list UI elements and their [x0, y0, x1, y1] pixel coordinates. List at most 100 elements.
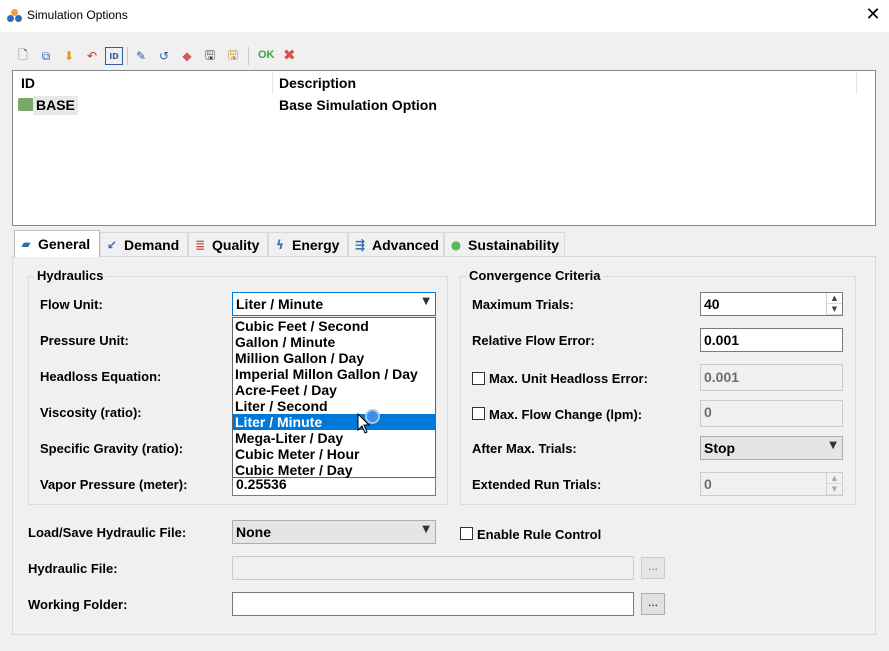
- hydraulic-file-label: Hydraulic File:: [28, 561, 118, 576]
- dropdown-option[interactable]: Imperial Millon Gallon / Day: [233, 366, 435, 382]
- load-save-hydraulic-value: None: [236, 524, 271, 540]
- max-flow-change-label: Max. Flow Change (lpm):: [489, 407, 643, 422]
- revert-icon[interactable]: ↺: [155, 47, 173, 65]
- demand-icon: ↙: [106, 237, 118, 252]
- app-icon: [7, 9, 23, 23]
- working-folder-input[interactable]: [232, 592, 634, 616]
- enable-rule-control-label: Enable Rule Control: [477, 527, 602, 542]
- convergence-title: Convergence Criteria: [466, 268, 604, 283]
- tab-label: Advanced: [372, 236, 439, 253]
- header-divider: [856, 72, 857, 94]
- spin-up-icon[interactable]: ▲: [827, 473, 842, 484]
- dropdown-option[interactable]: Mega-Liter / Day: [233, 430, 435, 446]
- tab-advanced[interactable]: ⇶ Advanced: [348, 232, 444, 256]
- spin-buttons[interactable]: ▲ ▼: [826, 293, 842, 315]
- tab-label: Quality: [212, 236, 260, 253]
- extended-run-trials-label: Extended Run Trials:: [472, 477, 602, 492]
- dropdown-option[interactable]: Cubic Meter / Day: [233, 462, 435, 478]
- new-icon[interactable]: 🗋: [14, 47, 32, 65]
- mouse-cursor-icon: [357, 413, 371, 434]
- tab-label: Energy: [292, 236, 340, 253]
- dropdown-option[interactable]: Acre-Feet / Day: [233, 382, 435, 398]
- extended-run-trials-value: 0: [704, 476, 712, 492]
- spin-buttons[interactable]: ▲ ▼: [826, 473, 842, 495]
- vapor-pressure-value: 0.25536: [236, 476, 287, 492]
- column-header-id[interactable]: ID: [21, 75, 35, 91]
- advanced-icon: ⇶: [354, 237, 366, 252]
- flow-unit-value: Liter / Minute: [236, 296, 324, 312]
- cancel-button[interactable]: ✖: [283, 46, 296, 64]
- spin-up-icon[interactable]: ▲: [827, 293, 842, 304]
- max-flow-change-value: 0: [704, 404, 712, 420]
- erase-icon[interactable]: ◆: [178, 47, 196, 65]
- dropdown-option[interactable]: Cubic Meter / Hour: [233, 446, 435, 462]
- hydraulics-title: Hydraulics: [34, 268, 107, 283]
- after-max-trials-value: Stop: [704, 440, 736, 456]
- general-icon: ▰: [21, 237, 31, 251]
- max-unit-headloss-input[interactable]: 0.001: [700, 364, 843, 391]
- id-icon[interactable]: ID: [105, 47, 123, 65]
- max-trials-label: Maximum Trials:: [472, 297, 574, 312]
- dropdown-option[interactable]: Cubic Feet / Second: [233, 318, 435, 334]
- flow-unit-dropdown-list[interactable]: Cubic Feet / Second Gallon / Minute Mill…: [232, 317, 436, 478]
- ok-button[interactable]: OK: [258, 49, 275, 61]
- spin-down-icon[interactable]: ▼: [827, 484, 842, 495]
- flow-unit-select[interactable]: Liter / Minute ▼: [232, 292, 436, 316]
- working-folder-browse-button[interactable]: ...: [641, 593, 665, 615]
- hydraulic-file-input[interactable]: [232, 556, 634, 580]
- dropdown-option[interactable]: Gallon / Minute: [233, 334, 435, 350]
- dropdown-option-selected[interactable]: Liter / Minute: [233, 414, 435, 430]
- tab-quality[interactable]: ≣ Quality: [188, 232, 268, 256]
- sustainability-icon: ●: [450, 237, 462, 252]
- copy-icon[interactable]: ⧉: [37, 47, 55, 65]
- specific-gravity-label: Specific Gravity (ratio):: [40, 441, 184, 456]
- spin-down-icon[interactable]: ▼: [827, 304, 842, 315]
- max-flow-change-checkbox[interactable]: [472, 407, 485, 420]
- edit-icon[interactable]: ✎: [132, 47, 150, 65]
- header-divider: [272, 72, 273, 94]
- chevron-down-icon: ▼: [829, 440, 837, 451]
- window-title: Simulation Options: [27, 8, 128, 22]
- max-unit-headloss-checkbox[interactable]: [472, 372, 485, 385]
- max-trials-stepper[interactable]: 40 ▲ ▼: [700, 292, 843, 316]
- save-all-icon[interactable]: 🖫: [224, 47, 242, 65]
- chevron-down-icon: ▼: [422, 524, 430, 535]
- hydraulic-file-browse-button[interactable]: ...: [641, 557, 665, 579]
- pressure-unit-label: Pressure Unit:: [40, 333, 129, 348]
- undo-icon[interactable]: ↶: [83, 47, 101, 65]
- relative-flow-error-input[interactable]: 0.001: [700, 328, 843, 352]
- relative-flow-error-value: 0.001: [704, 332, 740, 348]
- extended-run-trials-stepper[interactable]: 0 ▲ ▼: [700, 472, 843, 496]
- viscosity-label: Viscosity (ratio):: [40, 405, 142, 420]
- import-icon[interactable]: ⬇: [60, 47, 78, 65]
- after-max-trials-select[interactable]: Stop ▼: [700, 436, 843, 460]
- chevron-down-icon: ▼: [422, 296, 430, 307]
- toolbar-separator: [127, 47, 128, 65]
- title-bar: [0, 0, 889, 32]
- tab-sustainability[interactable]: ● Sustainability: [444, 232, 565, 256]
- quality-icon: ≣: [194, 237, 206, 252]
- headloss-equation-label: Headloss Equation:: [40, 369, 162, 384]
- load-save-hydraulic-select[interactable]: None ▼: [232, 520, 436, 544]
- list-row-id[interactable]: BASE: [33, 96, 78, 115]
- max-trials-value: 40: [704, 296, 720, 312]
- dropdown-option[interactable]: Million Gallon / Day: [233, 350, 435, 366]
- tab-general[interactable]: ▰ General: [14, 230, 100, 257]
- tab-demand[interactable]: ↙ Demand: [100, 232, 188, 256]
- flow-unit-label: Flow Unit:: [40, 297, 103, 312]
- enable-rule-control-checkbox[interactable]: [460, 527, 473, 540]
- energy-icon: ϟ: [276, 237, 284, 252]
- load-save-hydraulic-label: Load/Save Hydraulic File:: [28, 525, 187, 540]
- max-unit-headloss-label: Max. Unit Headloss Error:: [489, 371, 648, 386]
- close-icon[interactable]: ✕: [860, 4, 886, 28]
- dropdown-option[interactable]: Liter / Second: [233, 398, 435, 414]
- tab-energy[interactable]: ϟ Energy: [268, 232, 348, 256]
- column-header-description[interactable]: Description: [279, 75, 356, 91]
- max-unit-headloss-value: 0.001: [704, 369, 740, 385]
- list-row-description[interactable]: Base Simulation Option: [279, 97, 437, 113]
- vapor-pressure-label: Vapor Pressure (meter):: [40, 477, 188, 492]
- options-list[interactable]: [12, 70, 876, 226]
- folder-icon: [18, 98, 34, 111]
- save-icon[interactable]: 🖫: [201, 47, 219, 65]
- max-flow-change-input[interactable]: 0: [700, 400, 843, 427]
